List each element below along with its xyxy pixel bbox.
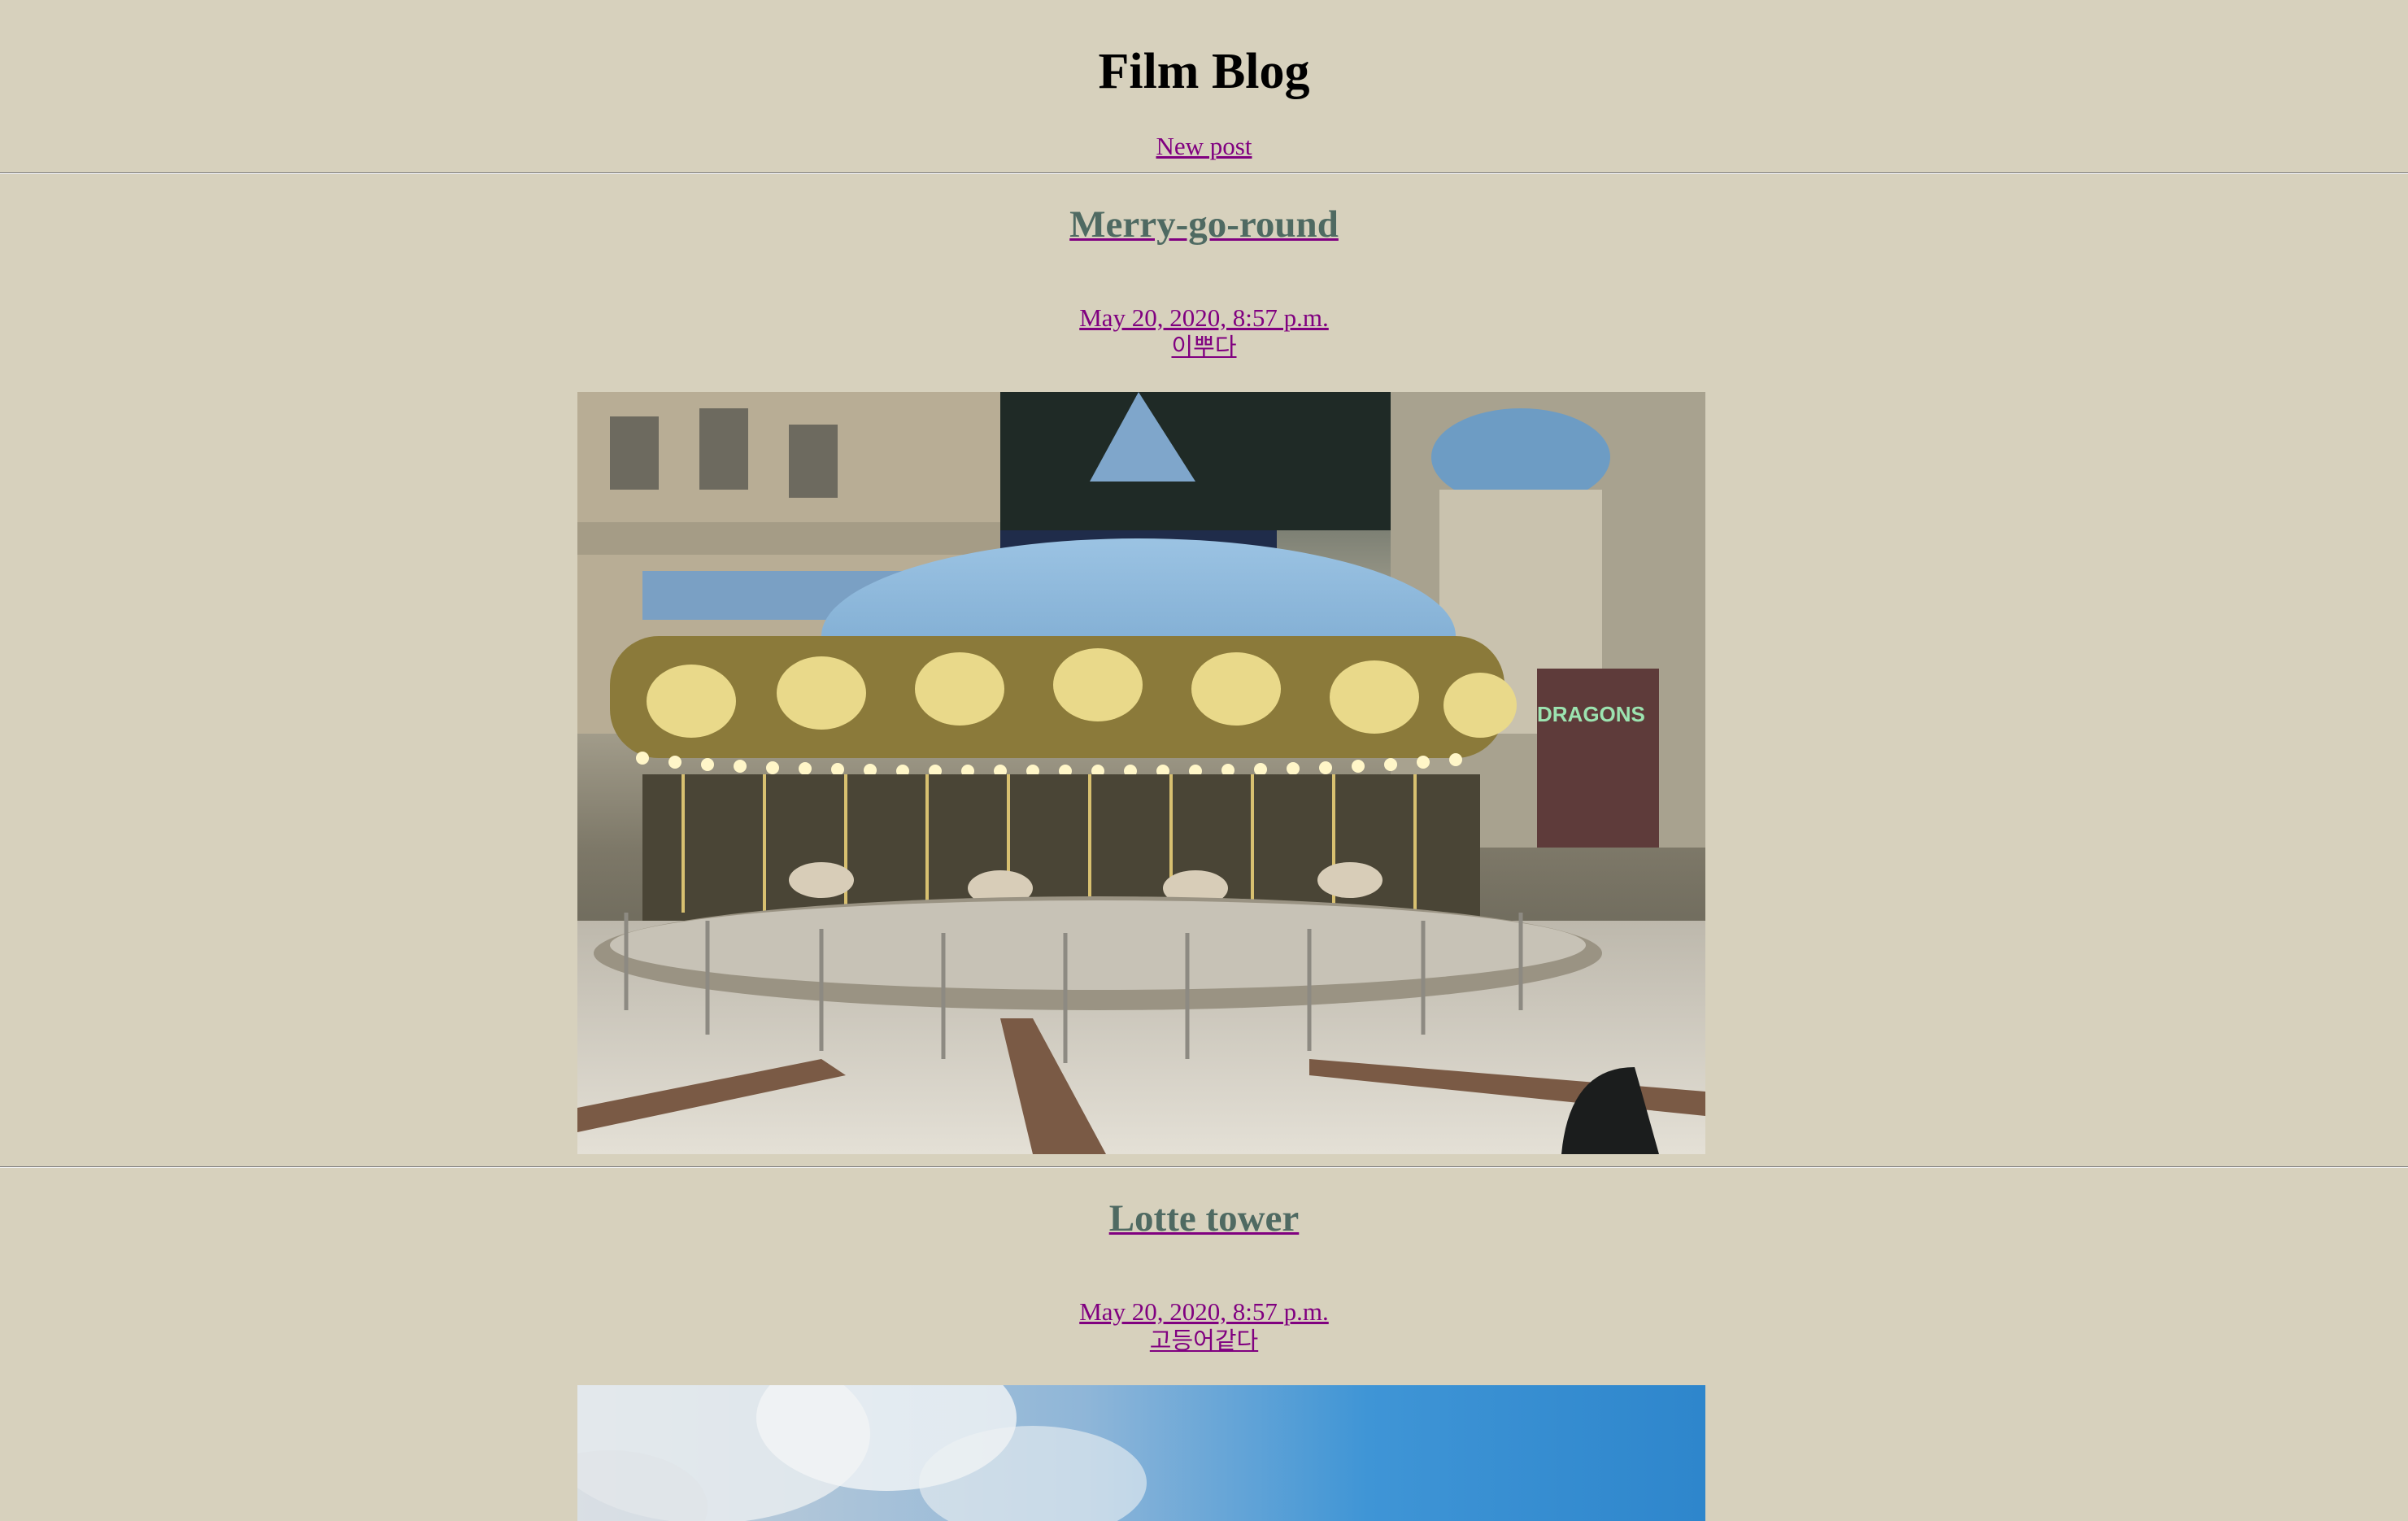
post-photo[interactable] bbox=[577, 1385, 1705, 1521]
site-header: Film Blog New post bbox=[0, 0, 2408, 172]
post-caption: 고등어같다 bbox=[0, 1327, 2408, 1354]
post-title: Lotte tower bbox=[0, 1196, 2408, 1241]
post-item: Lotte tower May 20, 2020, 8:57 p.m. 고등어같… bbox=[0, 1168, 2408, 1521]
site-title: Film Blog bbox=[1098, 44, 1310, 99]
post-title-link[interactable]: Lotte tower bbox=[1109, 1197, 1300, 1240]
post-date-link[interactable]: May 20, 2020, 8:57 p.m. bbox=[1079, 303, 1329, 332]
new-post-link[interactable]: New post bbox=[1156, 132, 1252, 160]
post-date: May 20, 2020, 8:57 p.m. bbox=[0, 304, 2408, 332]
post-photo[interactable]: DRAGONS bbox=[577, 392, 1705, 1154]
carousel-photo-image: DRAGONS bbox=[577, 392, 1705, 1154]
new-post-container: New post bbox=[0, 132, 2408, 161]
post-title-link[interactable]: Merry-go-round bbox=[1069, 203, 1339, 246]
svg-text:DRAGONS: DRAGONS bbox=[1537, 702, 1645, 726]
post-date: May 20, 2020, 8:57 p.m. bbox=[0, 1298, 2408, 1326]
post-date-link[interactable]: May 20, 2020, 8:57 p.m. bbox=[1079, 1297, 1329, 1326]
post-caption-link[interactable]: 고등어같다 bbox=[1150, 1327, 1258, 1354]
post-item: Merry-go-round May 20, 2020, 8:57 p.m. 이… bbox=[0, 174, 2408, 1166]
post-caption-link[interactable]: 이뿌다 bbox=[1171, 333, 1236, 360]
post-caption: 이뿌다 bbox=[0, 333, 2408, 360]
post-title: Merry-go-round bbox=[0, 202, 2408, 247]
sky-photo-image bbox=[577, 1385, 1705, 1521]
